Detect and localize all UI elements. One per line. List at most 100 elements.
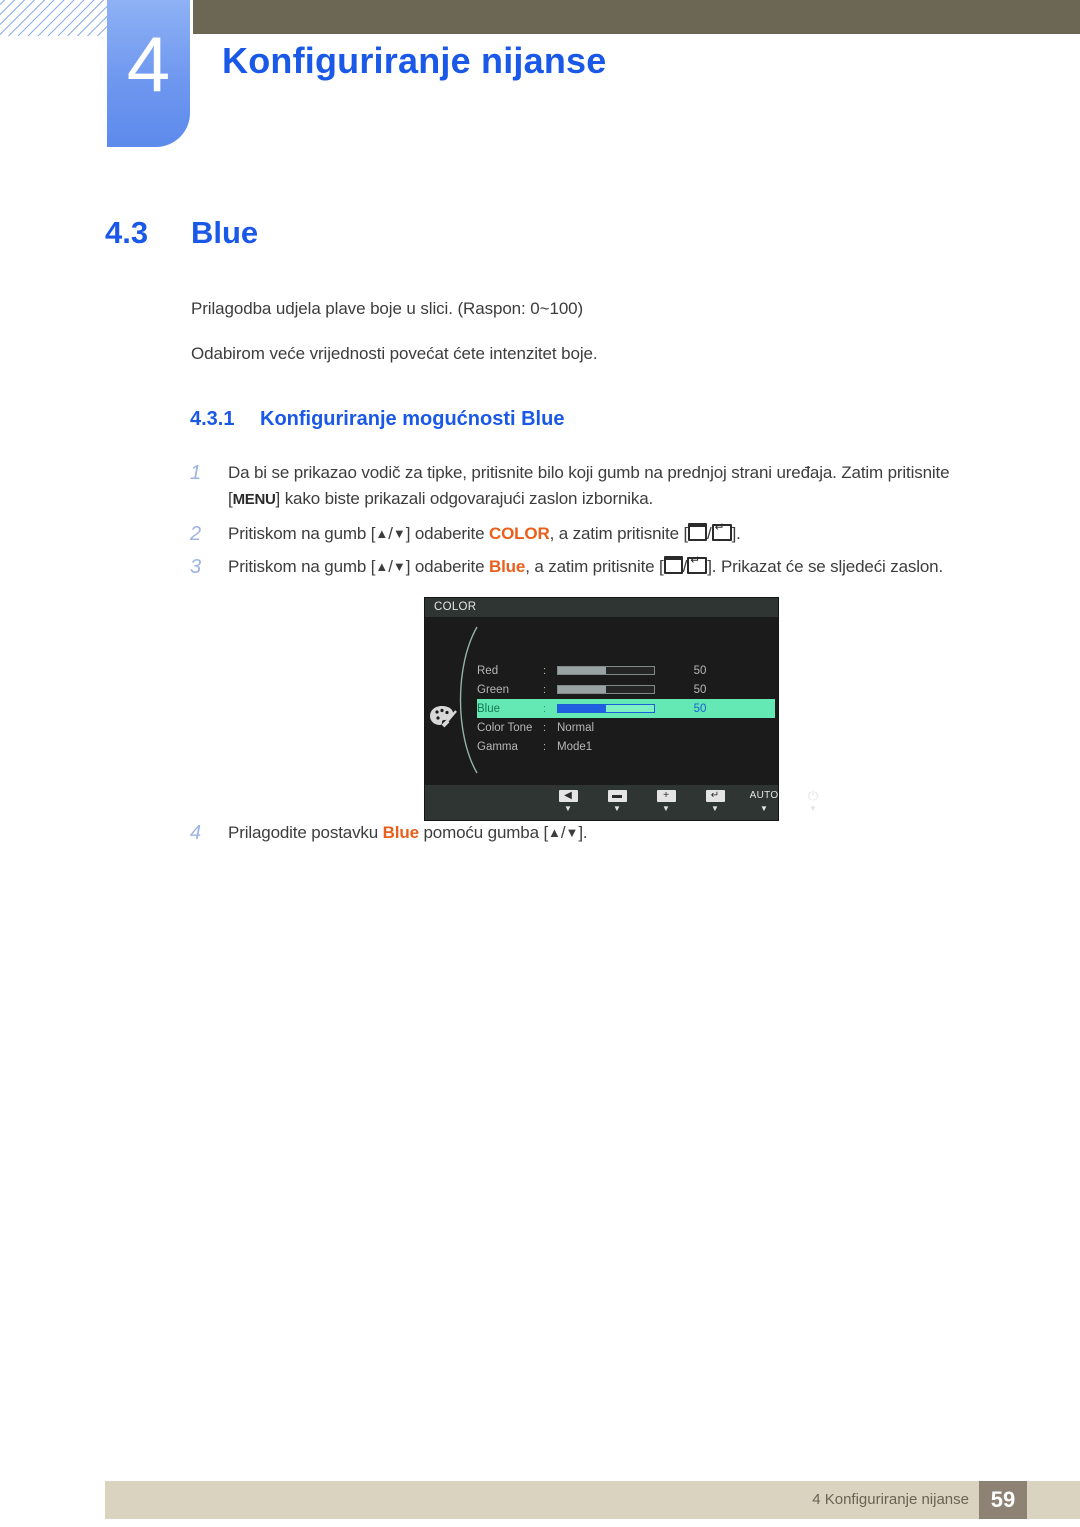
osd-row-blue-selected[interactable]: Blue : 50 [477, 699, 775, 718]
step-item: 2 Pritiskom na gumb [▲ / ▼] odaberite COLO… [190, 521, 1010, 547]
step-text: Pritiskom na gumb [▲/▼] odaberite Blue, … [228, 554, 943, 580]
source-window-icon [663, 556, 683, 574]
menu-button-label: MENU [232, 491, 276, 508]
chevron-down-icon: ▼ [711, 804, 719, 813]
down-arrow-icon: ▼ [392, 559, 406, 574]
osd-screenshot: COLOR Red : 50 Green : 50 Blue: 50 Colo… [425, 598, 818, 820]
osd-slider[interactable] [557, 666, 655, 675]
footer-chapter-label: 4 Konfiguriranje nijanse [812, 1491, 969, 1508]
enter-icon: ↵ [705, 789, 725, 802]
step4-lead: Prilagodite postavku [228, 823, 383, 842]
keyword-color: COLOR [488, 524, 550, 543]
osd-colon: : [543, 740, 547, 753]
step-item: 4 Prilagodite postavku Blue pomoću gumba… [190, 820, 1010, 846]
keyword-blue: Blue [382, 823, 419, 842]
step2-tail: ]. [731, 524, 741, 543]
step-index: 2 [190, 523, 201, 545]
osd-key-auto[interactable]: AUTO ▼ [749, 789, 779, 813]
subsection-heading: 4.3.1 Konfiguriranje mogućnosti Blue [190, 408, 564, 431]
step-text: Prilagodite postavku Blue pomoću gumba [… [228, 820, 588, 846]
down-arrow-icon: ▼ [565, 825, 579, 840]
osd-row-green[interactable]: Green : 50 [477, 680, 775, 699]
chevron-down-icon: ▼ [613, 804, 621, 813]
step-item: 3 Pritiskom na gumb [▲/▼] odaberite Blue… [190, 554, 1010, 580]
step2-mid: ] odaberite [405, 524, 489, 543]
step2-mid2: , a zatim pritisnite [ [549, 524, 689, 543]
osd-value: Normal [557, 721, 595, 734]
osd-body: Red : 50 Green : 50 Blue : 50 Color Tone… [425, 617, 778, 785]
step4-mid: pomoću gumba [ [418, 823, 549, 842]
minus-icon: ▬ [607, 789, 627, 802]
chevron-down-icon: ▼ [662, 804, 670, 813]
osd-row-red[interactable]: Red : 50 [477, 661, 775, 680]
subsection-title: Konfiguriranje mogućnosti Blue [260, 408, 565, 430]
source-window-icon [688, 523, 708, 541]
header-olive-bar [193, 0, 1080, 34]
up-arrow-icon: ▲ [375, 559, 389, 574]
step-item: 1 Da bi se prikazao vodič za tipke, prit… [190, 460, 1010, 513]
step1-part-a: Da bi se prikazao vodič za tipke, pritis… [228, 463, 950, 482]
step3-mid: ] odaberite [405, 557, 489, 576]
osd-title-bar: COLOR [425, 598, 778, 617]
enter-key-icon [687, 554, 708, 574]
osd-label: Blue [477, 702, 501, 715]
plus-icon: + [656, 789, 676, 802]
slash-separator: / [707, 524, 712, 543]
power-icon: ⏻ [807, 788, 819, 803]
osd-key-enter[interactable]: ↵ ▼ [700, 789, 730, 813]
osd-slider[interactable] [557, 685, 655, 694]
osd-row-gamma[interactable]: Gamma : Mode1 [477, 737, 775, 756]
osd-colon: : [543, 702, 547, 715]
osd-colon: : [543, 721, 547, 734]
osd-value: 50 [693, 664, 707, 677]
osd-key-power[interactable]: ⏻ ▼ [798, 789, 828, 813]
osd-value: 50 [693, 683, 707, 696]
section-number: 4.3 [105, 215, 149, 250]
decorative-hatch-pattern [0, 0, 108, 36]
osd-slider[interactable] [557, 704, 655, 713]
step1-part-b: kako biste prikazali odgovarajući zaslon… [280, 489, 654, 508]
palette-icon [430, 706, 457, 728]
up-arrow-icon: ▲ [375, 526, 389, 541]
step-text: Pritiskom na gumb [▲ / ▼] odaberite COLOR,… [228, 521, 741, 547]
down-arrow-icon: ▼ [392, 526, 406, 541]
step-index: 4 [190, 822, 201, 844]
step2-lead: Pritiskom na gumb [ [228, 524, 376, 543]
chapter-tab: 4 [107, 0, 190, 147]
page-footer: 4 Konfiguriranje nijanse 59 [105, 1481, 1080, 1519]
section-title: Blue [191, 215, 259, 250]
step3-mid2: , a zatim pritisnite [ [525, 557, 664, 576]
osd-value: Mode1 [557, 740, 593, 753]
step4-tail: ]. [578, 823, 588, 842]
step3-lead: Pritiskom na gumb [ [228, 557, 376, 576]
section-paragraph-2: Odabirom veće vrijednosti povećat ćete i… [191, 344, 598, 363]
section-heading: 4.3 Blue [105, 215, 258, 251]
enter-key-icon [711, 521, 732, 541]
osd-label: Gamma [477, 740, 518, 753]
osd-divider-curve [459, 626, 478, 774]
section-paragraph-1: Prilagodba udjela plave boje u slici. (R… [191, 299, 584, 318]
step-text: Da bi se prikazao vodič za tipke, pritis… [228, 460, 950, 513]
osd-colon: : [543, 683, 547, 696]
osd-key-left-arrow[interactable]: ◀ ▼ [553, 789, 583, 813]
chapter-number: 4 [126, 20, 171, 108]
keyword-blue: Blue [488, 557, 526, 576]
subsection-number: 4.3.1 [190, 408, 235, 430]
step-index: 3 [190, 556, 201, 578]
step3-tail: ]. Prikazat će se sljedeći zaslon. [707, 557, 944, 576]
osd-value: 50 [693, 702, 707, 715]
osd-label: Color Tone [477, 721, 533, 734]
osd-label: Red [477, 664, 499, 677]
osd-colon: : [543, 664, 547, 677]
chevron-down-icon: ▼ [564, 804, 572, 813]
chapter-title: Konfiguriranje nijanse [222, 40, 607, 81]
osd-row-color-tone[interactable]: Color Tone : Normal [477, 718, 775, 737]
chevron-down-icon: ▼ [809, 804, 817, 813]
left-arrow-icon: ◀ [558, 789, 578, 802]
page-number-badge: 59 [979, 1481, 1027, 1519]
chevron-down-icon: ▼ [760, 804, 768, 813]
osd-key-minus[interactable]: ▬ ▼ [602, 789, 632, 813]
osd-key-guide: ◀ ▼ ▬ ▼ + ▼ ↵ ▼ AUTO ▼ ⏻ ▼ [425, 785, 818, 820]
osd-key-plus[interactable]: + ▼ [651, 789, 681, 813]
osd-option-list: Red : 50 Green : 50 Blue : 50 Color Tone… [477, 661, 775, 756]
